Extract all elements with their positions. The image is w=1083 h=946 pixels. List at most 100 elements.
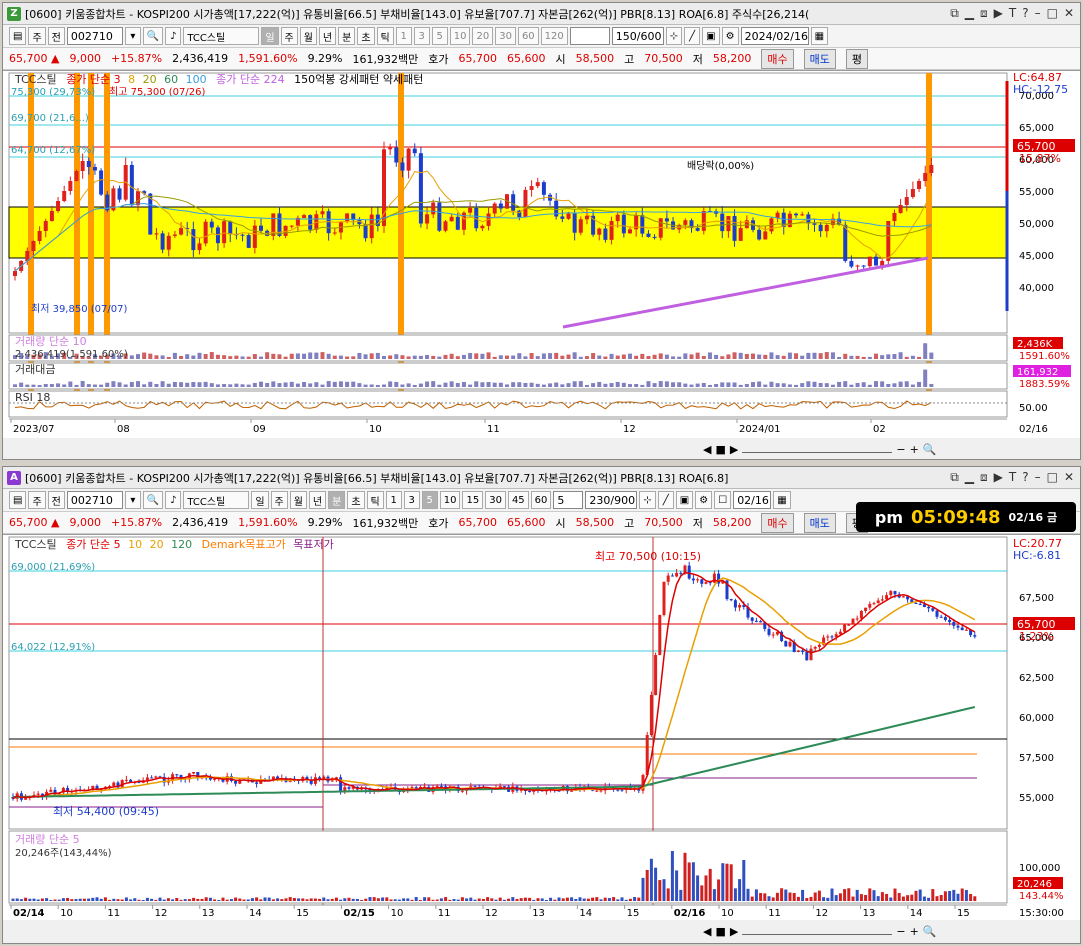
period-tick[interactable]: 틱 [376,27,394,45]
market-select[interactable]: 주 [28,27,46,45]
indicator-select[interactable]: TCC스틸 [183,491,250,509]
help-icon[interactable]: ? [1022,6,1028,21]
interval-60[interactable]: 60 [517,27,539,45]
speaker-icon[interactable]: ♪ [165,491,182,509]
interval-30[interactable]: 30 [485,491,506,509]
close-button[interactable]: ✕ [1064,470,1074,485]
prev-button[interactable]: 전 [47,27,65,45]
period-year[interactable]: 년 [308,491,327,509]
period-month[interactable]: 월 [289,491,307,509]
menu-icon[interactable]: ▤ [9,491,27,509]
gear-icon[interactable]: ⚙ [695,491,713,509]
period-tick[interactable]: 틱 [366,491,384,509]
bottom-chart-svg[interactable]: 67,50065,00062,50060,00057,50055,000 65,… [3,535,1080,921]
scroll-left-icon[interactable]: ◀ [703,443,711,456]
scroll-track[interactable] [742,925,893,935]
zoom-in-icon[interactable]: + [910,925,919,938]
minimize-icon[interactable]: ▁ [965,6,974,21]
period-day[interactable]: 일 [251,491,269,509]
arrange-icon[interactable]: ▶ [994,6,1003,21]
gear-icon[interactable]: ⚙ [721,27,739,45]
interval-5[interactable]: 5 [421,491,438,509]
scroll-stop-icon[interactable]: ■ [715,925,725,938]
count-input[interactable]: 230/900 [585,491,638,509]
scroll-track[interactable] [742,443,893,453]
maximize-button[interactable]: □ [1047,470,1058,485]
maximize-button[interactable]: □ [1047,6,1058,21]
interval-120[interactable]: 120 [540,27,568,45]
interval-15[interactable]: 15 [462,491,484,509]
bottom-chart[interactable]: 67,500 65,000 62,500 60,000 57,500 55,000 65,… [3,534,1080,920]
help-icon[interactable]: ? [1022,470,1028,485]
interval-20[interactable]: 20 [472,27,494,45]
save-icon[interactable]: ▣ [675,491,694,509]
search-icon[interactable]: 🔍 [142,491,164,509]
crosshair-icon[interactable]: ⊹ [665,27,683,45]
buy-button[interactable]: 매수 [761,512,794,533]
text-icon[interactable]: T [1009,6,1016,21]
minimize-button[interactable]: – [1035,470,1041,485]
top-chart[interactable]: 70,000 65,000 60,000 55,000 50,000 45,000 40,0… [3,70,1080,438]
eval-button[interactable]: 평 [845,48,868,69]
interval-3[interactable]: 3 [403,491,420,509]
period-month[interactable]: 월 [299,27,317,45]
zoom-search-icon[interactable]: 🔍 [923,925,937,938]
scroll-stop-icon[interactable]: ■ [715,443,725,456]
text-icon[interactable]: T [1009,470,1016,485]
calendar-icon[interactable]: ▦ [810,27,829,45]
scroll-left-icon[interactable]: ◀ [703,925,711,938]
calendar-icon[interactable]: ▦ [773,491,791,509]
sell-button[interactable]: 매도 [803,512,836,533]
link-icon[interactable]: ⧉ [950,6,959,21]
interval-30[interactable]: 30 [495,27,516,45]
indicator-select[interactable]: TCC스틸 [183,27,260,45]
restore-icon[interactable]: ⧈ [980,470,988,485]
period-week[interactable]: 주 [270,491,288,509]
period-minute[interactable]: 분 [338,27,356,45]
draw-icon[interactable]: ╱ [657,491,674,509]
buy-button[interactable]: 매수 [761,48,794,69]
period-second[interactable]: 초 [347,491,365,509]
arrange-icon[interactable]: ▶ [994,470,1003,485]
zoom-search-icon[interactable]: 🔍 [923,443,937,456]
interval-60[interactable]: 60 [530,491,552,509]
zoom-in-icon[interactable]: + [910,443,919,456]
zoom-out-icon[interactable]: − [896,443,905,456]
date-input[interactable]: 2024/02/16 [740,27,809,45]
search-icon[interactable]: 🔍 [142,27,164,45]
link-icon[interactable]: ⧉ [950,470,959,485]
minimize-icon[interactable]: ▁ [965,470,974,485]
scroll-right-icon[interactable]: ▶ [730,925,738,938]
sell-button[interactable]: 매도 [803,48,836,69]
dropdown-icon[interactable]: ▾ [124,27,141,45]
interval-input[interactable] [569,27,610,45]
speaker-icon[interactable]: ♪ [165,27,182,45]
zoom-out-icon[interactable]: − [896,925,905,938]
interval-45[interactable]: 45 [507,491,529,509]
interval-10[interactable]: 10 [449,27,471,45]
date-checkbox[interactable]: ☐ [714,491,732,509]
draw-icon[interactable]: ╱ [684,27,701,45]
period-second[interactable]: 초 [357,27,375,45]
count-input[interactable]: 150/600 [611,27,664,45]
top-chart-svg[interactable]: 70,00065,00060,00055,00050,00045,00040,0… [3,71,1080,439]
period-minute[interactable]: 분 [328,491,346,509]
period-year[interactable]: 년 [318,27,337,45]
market-select[interactable]: 주 [28,491,46,509]
period-day[interactable]: 일 [261,27,279,45]
interval-input[interactable]: 5 [553,491,584,509]
interval-1[interactable]: 1 [385,491,402,509]
prev-button[interactable]: 전 [47,491,65,509]
close-button[interactable]: ✕ [1064,6,1074,21]
restore-icon[interactable]: ⧈ [980,6,988,21]
crosshair-icon[interactable]: ⊹ [639,491,656,509]
dropdown-icon[interactable]: ▾ [124,491,141,509]
date-input[interactable]: 02/16 [733,491,772,509]
interval-10[interactable]: 10 [439,491,461,509]
interval-1[interactable]: 1 [395,27,412,45]
minimize-button[interactable]: – [1035,6,1041,21]
menu-icon[interactable]: ▤ [9,27,27,45]
period-week[interactable]: 주 [280,27,298,45]
stock-code-input[interactable]: 002710 [66,491,123,509]
interval-5[interactable]: 5 [431,27,448,45]
